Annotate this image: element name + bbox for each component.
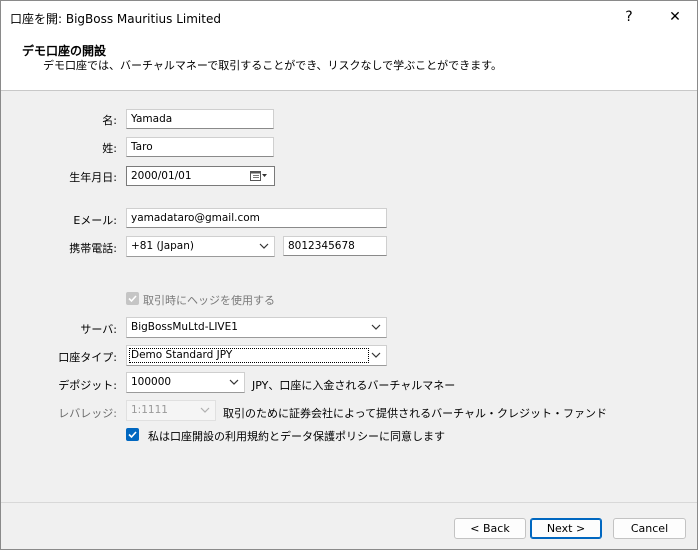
agree-checkbox[interactable] — [126, 428, 139, 441]
last-name-value: Taro — [131, 141, 153, 153]
email-label: Eメール: — [73, 214, 117, 227]
chevron-down-icon — [371, 352, 381, 358]
deposit-select[interactable]: 100000 — [126, 372, 245, 393]
leverage-value: 1:1111 — [131, 404, 168, 416]
phone-label: 携帯電話: — [69, 242, 117, 255]
calendar-icon[interactable] — [250, 170, 268, 185]
birth-date-value: 2000/01/01 — [131, 170, 192, 182]
last-name-field[interactable]: Taro — [126, 137, 274, 157]
email-field[interactable]: yamadataro@gmail.com — [126, 208, 387, 228]
wizard-header: デモ口座の開設 デモ口座では、バーチャルマネーで取引することができ、リスクなしで… — [1, 33, 697, 91]
leverage-select[interactable]: 1:1111 — [126, 400, 216, 421]
help-button[interactable]: ? — [606, 1, 652, 33]
page-description: デモ口座では、バーチャルマネーで取引することができ、リスクなしで学ぶことができま… — [43, 59, 503, 72]
chevron-down-icon — [259, 243, 269, 249]
phone-number-field[interactable]: 8012345678 — [283, 236, 387, 256]
phone-number-value: 8012345678 — [288, 240, 355, 252]
birth-date-picker[interactable]: 2000/01/01 — [126, 166, 275, 186]
window-title: 口座を開: BigBoss Mauritius Limited — [10, 12, 221, 26]
checkmark-icon — [128, 431, 137, 439]
account-type-label: 口座タイプ: — [58, 351, 117, 364]
email-value: yamadataro@gmail.com — [131, 212, 260, 224]
hedge-checkbox[interactable] — [126, 292, 139, 305]
checkmark-icon — [128, 295, 137, 303]
deposit-note: JPY、口座に入金されるバーチャルマネー — [252, 379, 456, 392]
birth-date-label: 生年月日: — [69, 171, 117, 184]
hedge-label: 取引時にヘッジを使用する — [143, 294, 275, 307]
close-button[interactable]: ✕ — [652, 1, 698, 33]
next-button[interactable]: Next > — [530, 518, 602, 539]
deposit-value: 100000 — [131, 376, 172, 388]
agree-label: 私は口座開設の利用規約とデータ保護ポリシーに同意します — [148, 430, 445, 443]
cancel-button[interactable]: Cancel — [613, 518, 686, 539]
back-button[interactable]: < Back — [454, 518, 526, 539]
chevron-down-icon — [371, 324, 381, 330]
server-label: サーバ: — [80, 323, 117, 336]
title-bar: 口座を開: BigBoss Mauritius Limited ? ✕ — [1, 1, 697, 33]
first-name-label: 名: — [102, 114, 117, 127]
chevron-down-icon — [200, 407, 210, 413]
leverage-label: レバレッジ: — [58, 407, 117, 420]
open-account-dialog: 口座を開: BigBoss Mauritius Limited ? ✕ デモ口座… — [0, 0, 698, 550]
leverage-note: 取引のために証券会社によって提供されるバーチャル・クレジット・ファンド — [223, 407, 608, 420]
account-type-value: Demo Standard JPY — [131, 349, 233, 361]
last-name-label: 姓: — [102, 142, 117, 155]
help-icon: ? — [625, 9, 633, 25]
first-name-value: Yamada — [131, 113, 173, 125]
first-name-field[interactable]: Yamada — [126, 109, 274, 129]
deposit-label: デポジット: — [58, 379, 117, 392]
chevron-down-icon — [229, 379, 239, 385]
footer-divider — [1, 502, 697, 503]
server-value: BigBossMuLtd-LIVE1 — [131, 321, 238, 333]
account-type-select[interactable]: Demo Standard JPY — [126, 345, 387, 366]
server-select[interactable]: BigBossMuLtd-LIVE1 — [126, 317, 387, 338]
close-icon: ✕ — [669, 9, 681, 25]
phone-country-value: +81 (Japan) — [131, 240, 194, 252]
phone-country-select[interactable]: +81 (Japan) — [126, 236, 275, 257]
